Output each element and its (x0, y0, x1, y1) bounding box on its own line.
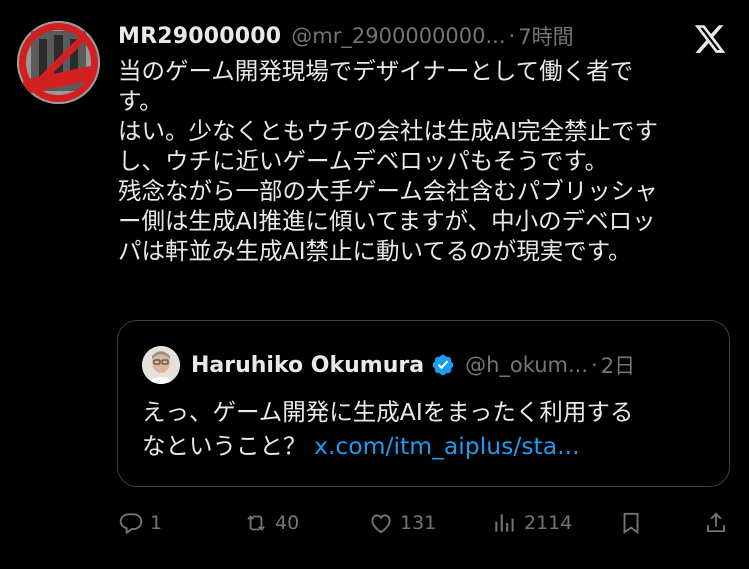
tweet-text-line: パは軒並み生成AI禁止に動いてるのが現実です。 (118, 237, 632, 265)
tweet-text-line: し、ウチに近いゲームデベロッパもそうです。 (118, 147, 608, 175)
quoted-text-fragment: なということ？ (142, 432, 314, 460)
quoted-tweet-timestamp[interactable]: 2日 (601, 350, 635, 380)
reply-icon (119, 513, 143, 535)
quote-header-separator: · (591, 353, 598, 377)
avatar-image (17, 21, 100, 104)
quoted-tweet-body: えっ、ゲーム開発に生成AIをまったく利用する なということ？ x.com/itm… (142, 395, 722, 463)
tweet-timestamp[interactable]: 7時間 (518, 21, 573, 51)
reply-button[interactable]: 1 (118, 508, 162, 538)
quoted-avatar-image (142, 346, 180, 384)
tweet-text-line: ー側は生成AI推進に傾いてますが、中小のデベロッ (118, 207, 656, 235)
quoted-tweet-link[interactable]: x.com/itm_aiplus/sta... (314, 432, 580, 460)
share-button[interactable] (703, 508, 729, 538)
bookmark-button[interactable] (618, 508, 644, 538)
quoted-tweet-header: Haruhiko Okumura @h_okum... · 2日 (191, 348, 711, 382)
retweet-button[interactable]: 40 (243, 508, 299, 538)
reply-count: 1 (150, 512, 163, 534)
views-chart-icon (495, 514, 514, 532)
author-handle[interactable]: @mr_2900000000... (291, 24, 505, 48)
like-button[interactable]: 131 (368, 508, 436, 538)
quoted-author-display-name[interactable]: Haruhiko Okumura (191, 353, 424, 378)
author-display-name[interactable]: MR29000000 (118, 24, 281, 49)
tweet-text-line: 残念ながら一部の大手ゲーム会社含むパブリッシャ (118, 177, 658, 205)
like-count: 131 (400, 512, 437, 534)
author-avatar[interactable] (17, 21, 100, 104)
retweet-count: 40 (275, 512, 300, 534)
tweet-header: MR29000000 @mr_2900000000... · 7時間 (118, 18, 698, 54)
quoted-author-handle[interactable]: @h_okum... (465, 353, 588, 377)
tweet-body: 当のゲーム開発現場でデザイナーとして働く者で す。 はい。少なくともウチの会社は… (118, 56, 733, 266)
tweet-action-bar: 1 40 131 2114 (118, 508, 733, 538)
tweet-text-line: 当のゲーム開発現場でデザイナーとして働く者で (118, 57, 634, 85)
quoted-text-line-2: なということ？ x.com/itm_aiplus/sta... (142, 429, 722, 463)
quoted-text-line: えっ、ゲーム開発に生成AIをまったく利用する (142, 398, 634, 426)
heart-icon (371, 514, 391, 534)
view-count: 2114 (524, 512, 573, 534)
quoted-tweet-card[interactable]: Haruhiko Okumura @h_okum... · 2日 えっ、ゲーム開… (117, 320, 730, 487)
bookmark-icon (623, 512, 639, 534)
header-separator: · (508, 24, 516, 48)
retweet-icon (247, 515, 265, 531)
share-icon (706, 512, 726, 533)
views-button[interactable]: 2114 (492, 508, 572, 538)
tweet-text-line: はい。少なくともウチの会社は生成AI完全禁止です (118, 117, 659, 145)
tweet-text-line: す。 (118, 87, 163, 115)
x-logo-icon[interactable] (693, 22, 727, 56)
quoted-author-avatar[interactable] (142, 346, 180, 384)
verified-badge-icon (432, 354, 454, 376)
